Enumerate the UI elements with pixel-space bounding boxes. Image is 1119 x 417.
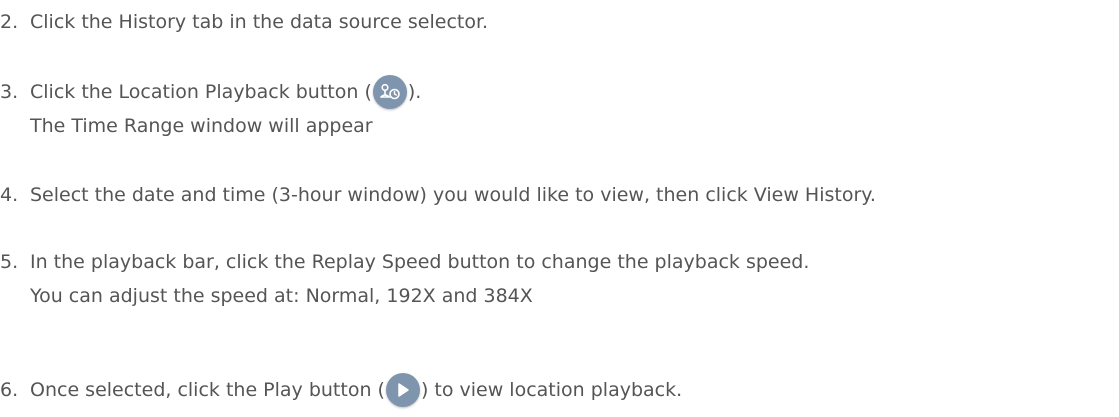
step-text-after-icon: ). — [407, 81, 422, 103]
step-number: 4. — [0, 184, 19, 206]
step-text-before-icon: Once selected, click the Play button ( — [30, 379, 385, 401]
step-text: Click the History tab in the data source… — [30, 11, 489, 33]
step-number: 3. — [0, 81, 19, 103]
step-5: 5. In the playback bar, click the Replay… — [0, 245, 809, 313]
step-text: In the playback bar, click the Replay Sp… — [30, 251, 810, 273]
step-text-after-icon: ) to view location playback. — [420, 379, 683, 401]
step-subtext: The Time Range window will appear — [30, 115, 373, 137]
step-text: Select the date and time (3-hour window)… — [30, 184, 876, 206]
step-6: 6. Once selected, click the Play button … — [0, 373, 682, 407]
step-subtext: You can adjust the speed at: Normal, 192… — [30, 285, 533, 307]
step-number: 6. — [0, 379, 19, 401]
step-2: 2. Click the History tab in the data sou… — [0, 5, 488, 39]
location-playback-icon — [372, 75, 407, 109]
step-text-before-icon: Click the Location Playback button ( — [30, 81, 372, 103]
step-4: 4. Select the date and time (3-hour wind… — [0, 178, 876, 212]
play-icon — [385, 373, 420, 407]
step-number: 5. — [0, 251, 19, 273]
step-number: 2. — [0, 11, 19, 33]
step-3: 3. Click the Location Playback button ( … — [0, 75, 421, 143]
